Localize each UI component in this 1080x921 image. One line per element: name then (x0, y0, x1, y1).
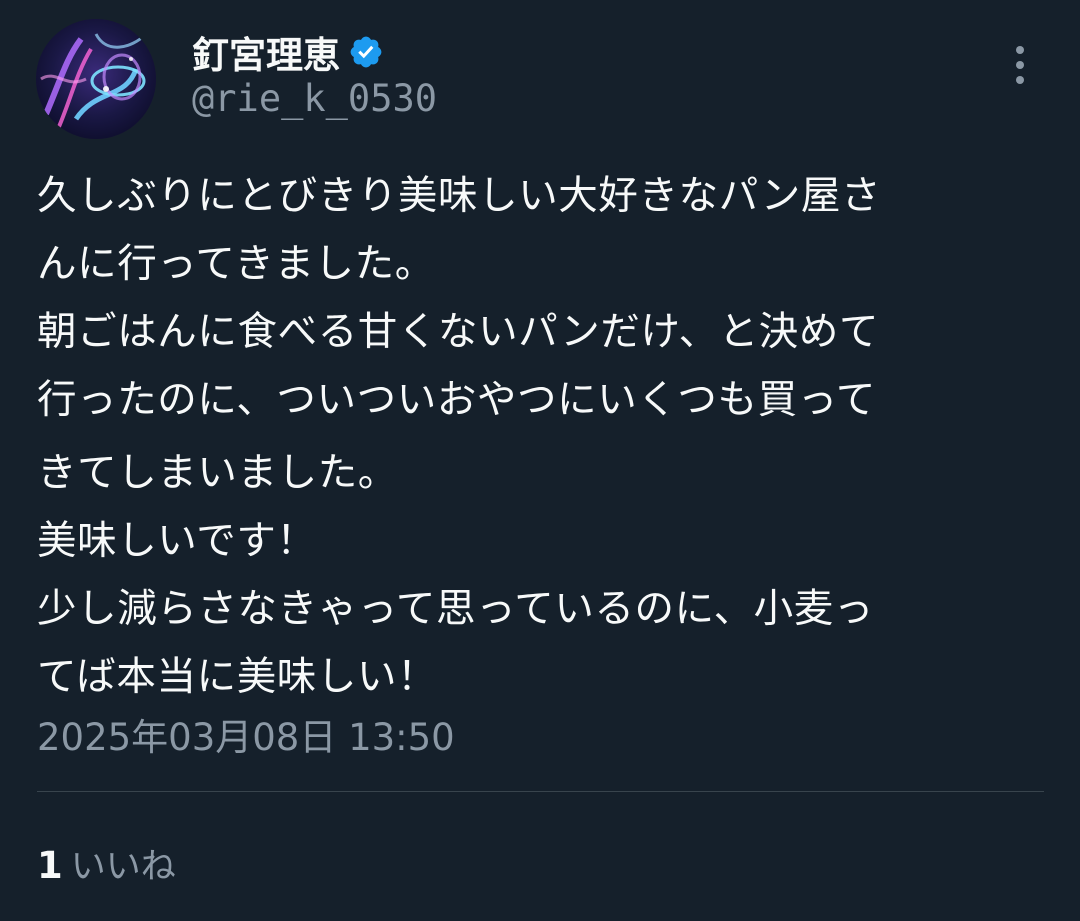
tweet-text: 久しぶりにとびきり美味しい大好きなパン屋さ んに行ってきました。 朝ごはんに食べ… (37, 160, 1047, 709)
avatar-image (36, 19, 156, 139)
verified-badge-icon (350, 36, 382, 68)
divider (37, 791, 1044, 792)
tweet-text-line: 朝ごはんに食べる甘くないパンだけ、と決めて (37, 309, 880, 355)
tweet-text-line: てば本当に美味しい！ (37, 654, 438, 700)
likes-count: 1 (37, 844, 63, 887)
tweet-timestamp[interactable]: 2025年03月08日 13:50 (37, 707, 455, 761)
author-display-name[interactable]: 釘宮理恵 (192, 25, 340, 79)
more-options-button[interactable] (1000, 40, 1040, 90)
tweet-text-line: 久しぶりにとびきり美味しい大好きなパン屋さ (37, 173, 882, 219)
more-icon-dot (1016, 61, 1024, 69)
tweet-text-line: 美味しいです！ (37, 518, 317, 564)
tweet-text-line: 少し減らさなきゃって思っているのに、小麦っ (37, 586, 874, 632)
more-vertical-icon (1016, 46, 1024, 54)
author-name-row[interactable]: 釘宮理恵 (192, 26, 384, 78)
likes-label: いいね (70, 847, 176, 887)
likes-count-link[interactable]: 1 いいね (37, 838, 176, 889)
tweet-text-line: 行ったのに、ついついおやつにいくつも買って (37, 377, 876, 423)
tweet-text-line: きてしまいました。 (37, 450, 398, 496)
avatar[interactable] (36, 19, 156, 139)
tweet-detail: 釘宮理恵 @rie_k_0530 久しぶりにとびきり美味しい大好きなパン屋さ ん… (0, 0, 1080, 921)
author-handle[interactable]: @rie_k_0530 (192, 77, 437, 120)
more-icon-dot (1016, 76, 1024, 84)
tweet-text-line: んに行ってきました。 (37, 241, 435, 287)
